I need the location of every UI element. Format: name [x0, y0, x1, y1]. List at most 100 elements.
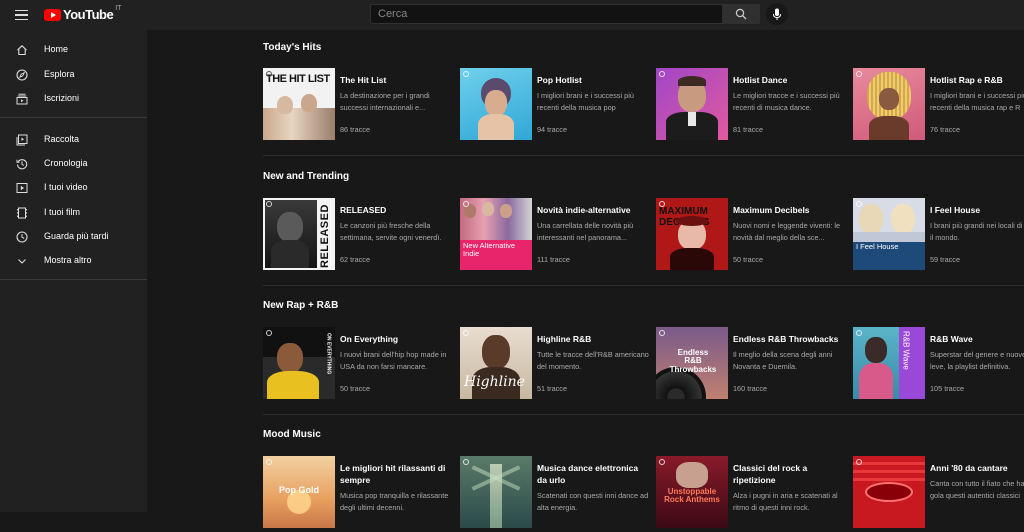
- playlist-thumbnail[interactable]: Unstoppable Rock Anthems: [656, 456, 728, 528]
- playlist-thumbnail[interactable]: Endless R&B Throwbacks: [656, 327, 728, 399]
- youtube-logo[interactable]: YouTube IT: [44, 5, 122, 22]
- playlist-card[interactable]: THE HIT LIST The Hit List La destinazion…: [263, 68, 453, 144]
- sidebar-item-your-movies[interactable]: I tuoi film: [0, 201, 147, 225]
- playlist-thumbnail[interactable]: R&B Wave: [853, 327, 925, 399]
- playlist-title[interactable]: Hotlist Rap e R&B: [930, 74, 1024, 86]
- playlist-card[interactable]: Anni '80 da cantare Canta con tutto il f…: [853, 456, 1024, 532]
- shelf-title[interactable]: Mood Music: [263, 429, 321, 440]
- search-input[interactable]: [370, 4, 723, 24]
- playlist-title[interactable]: The Hit List: [340, 74, 452, 86]
- playlist-title[interactable]: Highline R&B: [537, 333, 649, 345]
- search-button[interactable]: [722, 4, 760, 24]
- playlist-track-count: 105 tracce: [930, 384, 965, 393]
- playlist-title[interactable]: On Everything: [340, 333, 452, 345]
- playlist-card[interactable]: Hotlist Rap e R&B I migliori brani e i s…: [853, 68, 1024, 144]
- sidebar-item-show-more[interactable]: Mostra altro: [0, 249, 147, 273]
- youtube-music-badge-icon: [266, 459, 272, 465]
- hamburger-menu-icon[interactable]: [12, 6, 32, 24]
- thumbnail-caption: Endless R&B Throwbacks: [669, 348, 717, 374]
- logo-country-code: IT: [115, 5, 122, 12]
- thumbnail-caption: ON EVERYTHING: [325, 333, 332, 375]
- sidebar-item-subscriptions[interactable]: Iscrizioni: [0, 87, 147, 111]
- playlist-thumbnail[interactable]: Pop Gold: [263, 456, 335, 528]
- playlist-thumbnail[interactable]: THE HIT LIST: [263, 68, 335, 140]
- playlist-thumbnail[interactable]: [656, 68, 728, 140]
- sidebar-item-your-videos[interactable]: I tuoi video: [0, 176, 147, 200]
- film-icon: [15, 206, 29, 220]
- playlist-title[interactable]: I Feel House: [930, 204, 1024, 216]
- playlist-track-count: 81 tracce: [733, 125, 764, 134]
- shelf-title[interactable]: New Rap + R&B: [263, 300, 338, 311]
- thumbnail-caption: Highline: [464, 374, 525, 390]
- playlist-description: Alza i pugni in aria e scatenati al ritm…: [733, 491, 838, 512]
- top-bar: YouTube IT: [0, 0, 1024, 30]
- youtube-music-badge-icon: [266, 71, 272, 77]
- playlist-thumbnail[interactable]: [460, 68, 532, 140]
- sidebar-item-home[interactable]: Home: [0, 38, 147, 62]
- sidebar-item-watch-later[interactable]: Guarda più tardi: [0, 225, 147, 249]
- sidebar-item-explore[interactable]: Esplora: [0, 63, 147, 87]
- voice-search-button[interactable]: [766, 3, 788, 25]
- playlist-description: Superstar del genere e nuove leve, la pl…: [930, 350, 1024, 371]
- playlist-thumbnail[interactable]: New Alternative Indie: [460, 198, 532, 270]
- playlist-title[interactable]: Novità indie-alternative: [537, 204, 649, 216]
- playlist-track-count: 86 tracce: [340, 125, 371, 134]
- shelf-divider: [263, 285, 1024, 286]
- playlist-title[interactable]: Hotlist Dance: [733, 74, 845, 86]
- playlist-thumbnail[interactable]: I Feel House: [853, 198, 925, 270]
- playlist-card[interactable]: Hotlist Dance Le migliori tracce e i suc…: [656, 68, 846, 144]
- playlist-thumbnail[interactable]: ON EVERYTHING: [263, 327, 335, 399]
- playlist-card[interactable]: RELEASED RELEASED Le canzoni più fresche…: [263, 198, 453, 274]
- sidebar-item-label: Guarda più tardi: [44, 231, 109, 241]
- subscriptions-icon: [15, 92, 29, 106]
- sidebar-item-library[interactable]: Raccolta: [0, 128, 147, 152]
- playlist-title[interactable]: Pop Hotlist: [537, 74, 649, 86]
- playlist-card[interactable]: New Alternative Indie Novità indie-alter…: [460, 198, 650, 274]
- sidebar-item-label: Iscrizioni: [44, 93, 80, 103]
- sidebar-divider: [0, 279, 147, 280]
- youtube-music-badge-icon: [659, 201, 665, 207]
- playlist-track-count: 51 tracce: [537, 384, 568, 393]
- playlist-card[interactable]: MAXIMUM DECIBELS Maximum Decibels Nuovi …: [656, 198, 846, 274]
- youtube-music-badge-icon: [856, 330, 862, 336]
- playlist-description: Scatenati con questi inni dance ad alta …: [537, 491, 649, 512]
- playlist-track-count: 50 tracce: [340, 384, 371, 393]
- playlist-title[interactable]: Maximum Decibels: [733, 204, 845, 216]
- playlist-title[interactable]: Le migliori hit rilassanti di sempre: [340, 462, 452, 486]
- playlist-description: Canta con tutto il fiato che hai, gola q…: [930, 479, 1024, 500]
- playlist-card[interactable]: Highline Highline R&B Tutte le tracce de…: [460, 327, 650, 403]
- playlist-thumbnail[interactable]: [853, 68, 925, 140]
- playlist-description: Una carrellata delle novità più interess…: [537, 221, 634, 242]
- shelf-title[interactable]: New and Trending: [263, 171, 349, 182]
- playlist-card[interactable]: R&B Wave R&B Wave Superstar del genere e…: [853, 327, 1024, 403]
- playlist-card[interactable]: ON EVERYTHING On Everything I nuovi bran…: [263, 327, 453, 403]
- playlist-card[interactable]: I Feel House I Feel House I brani più gr…: [853, 198, 1024, 274]
- playlist-card[interactable]: Unstoppable Rock Anthems Classici del ro…: [656, 456, 846, 532]
- playlist-thumbnail[interactable]: [460, 456, 532, 528]
- sidebar: Home Esplora Iscrizioni Raccolta Cronolo…: [0, 30, 147, 512]
- youtube-music-badge-icon: [463, 201, 469, 207]
- main-content: Today's Hits THE HIT LIST The Hit List L…: [147, 30, 1024, 528]
- thumbnail-caption: Pop Gold: [279, 485, 319, 495]
- playlist-title[interactable]: RELEASED: [340, 204, 452, 216]
- playlist-title[interactable]: Endless R&B Throwbacks: [733, 333, 845, 345]
- playlist-description: La destinazione per i grandi successi in…: [340, 91, 430, 112]
- playlist-title[interactable]: Classici del rock a ripetizione: [733, 462, 845, 486]
- sidebar-item-history[interactable]: Cronologia: [0, 152, 147, 176]
- shelf-title[interactable]: Today's Hits: [263, 42, 321, 53]
- playlist-track-count: 94 tracce: [537, 125, 568, 134]
- playlist-title[interactable]: Musica dance elettronica da urlo: [537, 462, 649, 486]
- playlist-thumbnail[interactable]: [853, 456, 925, 528]
- microphone-icon: [773, 8, 781, 20]
- playlist-thumbnail[interactable]: MAXIMUM DECIBELS: [656, 198, 728, 270]
- playlist-card[interactable]: Musica dance elettronica da urlo Scatena…: [460, 456, 650, 532]
- playlist-track-count: 59 tracce: [930, 255, 961, 264]
- playlist-thumbnail[interactable]: RELEASED: [263, 198, 335, 270]
- playlist-title[interactable]: R&B Wave: [930, 333, 1024, 345]
- playlist-card[interactable]: Endless R&B Throwbacks Endless R&B Throw…: [656, 327, 846, 403]
- youtube-music-badge-icon: [659, 330, 665, 336]
- playlist-card[interactable]: Pop Hotlist I migliori brani e i success…: [460, 68, 650, 144]
- playlist-card[interactable]: Pop Gold Le migliori hit rilassanti di s…: [263, 456, 453, 532]
- playlist-title[interactable]: Anni '80 da cantare: [930, 462, 1024, 474]
- playlist-thumbnail[interactable]: Highline: [460, 327, 532, 399]
